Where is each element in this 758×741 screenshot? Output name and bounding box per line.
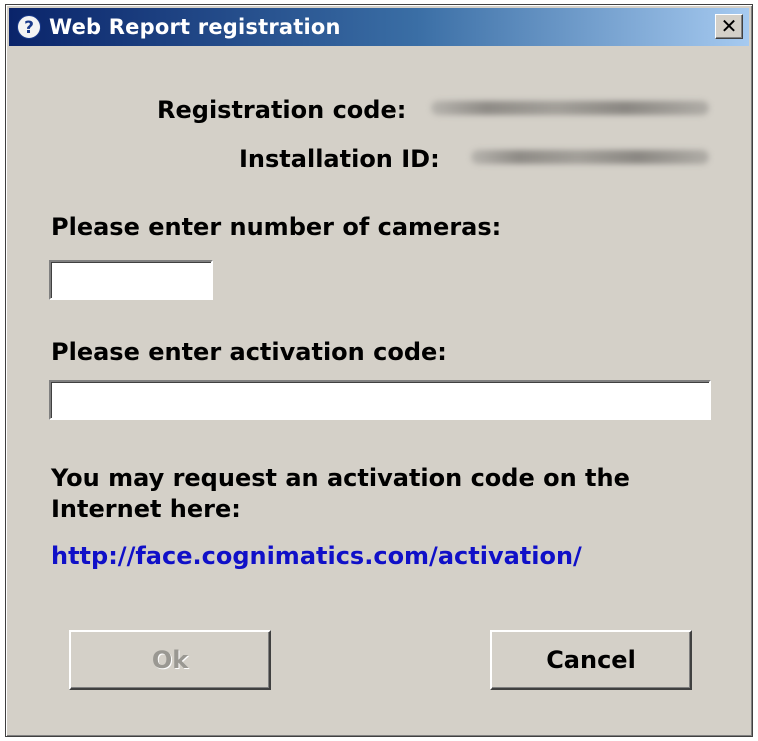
- close-button[interactable]: ✕: [715, 14, 743, 39]
- window-title: Web Report registration: [49, 15, 341, 39]
- cancel-button[interactable]: Cancel: [490, 630, 692, 690]
- registration-dialog: ? Web Report registration ✕ Registration…: [5, 4, 753, 737]
- activation-link[interactable]: http://face.cognimatics.com/activation/: [51, 542, 582, 570]
- registration-code-value: [431, 101, 709, 115]
- title-bar[interactable]: ? Web Report registration ✕: [9, 8, 749, 46]
- installation-id-value: [471, 150, 709, 164]
- question-icon: ?: [17, 15, 41, 39]
- cameras-label: Please enter number of cameras:: [51, 213, 502, 241]
- activation-code-input[interactable]: [49, 380, 711, 420]
- ok-button[interactable]: Ok: [69, 630, 271, 690]
- installation-id-label: Installation ID:: [239, 145, 440, 173]
- activation-label: Please enter activation code:: [51, 338, 447, 366]
- registration-code-label: Registration code:: [157, 96, 407, 124]
- activation-info-text: You may request an activation code on th…: [51, 464, 630, 523]
- cameras-input[interactable]: [49, 260, 213, 300]
